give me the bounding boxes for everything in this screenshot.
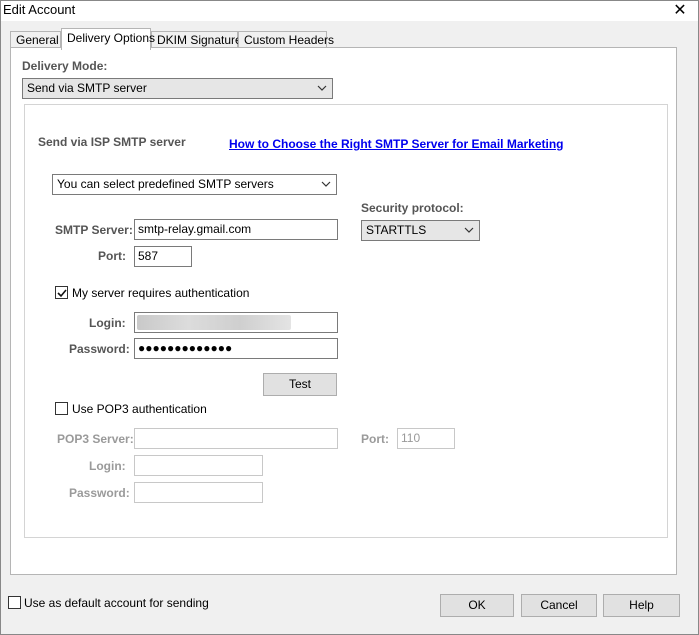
predefined-smtp-select[interactable]: You can select predefined SMTP servers (52, 174, 337, 195)
pop3-password-label: Password: (69, 486, 130, 500)
cancel-button[interactable]: Cancel (521, 594, 597, 617)
pop3-server-input[interactable] (134, 428, 338, 449)
pop3-login-label: Login: (89, 459, 126, 473)
security-protocol-label: Security protocol: (361, 201, 464, 215)
test-button[interactable]: Test (263, 373, 337, 396)
help-button[interactable]: Help (603, 594, 680, 617)
pop3-port-input[interactable]: 110 (397, 428, 455, 449)
smtp-server-label: SMTP Server: (55, 223, 133, 237)
delivery-mode-value: Send via SMTP server (27, 81, 147, 95)
login-label: Login: (89, 316, 126, 330)
auth-label: My server requires authentication (72, 286, 250, 300)
port-input[interactable]: 587 (134, 246, 192, 267)
pop3-login-input[interactable] (134, 455, 263, 476)
predefined-smtp-value: You can select predefined SMTP servers (57, 177, 274, 191)
security-protocol-select[interactable]: STARTTLS (361, 220, 480, 241)
pop3-password-input[interactable] (134, 482, 263, 503)
section-title: Send via ISP SMTP server (38, 135, 186, 149)
checkmark-icon (57, 289, 67, 298)
pop3-checkbox[interactable] (55, 402, 68, 415)
chevron-down-icon (317, 83, 327, 93)
redacted-login (137, 315, 291, 330)
default-account-label: Use as default account for sending (24, 596, 209, 610)
pop3-server-label: POP3 Server: (57, 432, 134, 446)
security-protocol-value: STARTTLS (366, 223, 427, 237)
close-icon[interactable]: ✕ (672, 0, 688, 20)
title-bar: Edit Account ✕ (1, 1, 698, 21)
default-account-checkbox[interactable] (8, 596, 21, 609)
pop3-port-label: Port: (361, 432, 389, 446)
port-label: Port: (98, 249, 126, 263)
delivery-mode-label: Delivery Mode: (22, 59, 108, 73)
password-input[interactable]: ●●●●●●●●●●●●● (134, 338, 338, 359)
pop3-label: Use POP3 authentication (72, 402, 207, 416)
tab-delivery-options[interactable]: Delivery Options (61, 28, 155, 50)
auth-checkbox[interactable] (55, 286, 68, 299)
window-title: Edit Account (3, 2, 76, 17)
ok-button[interactable]: OK (440, 594, 514, 617)
smtp-help-link[interactable]: How to Choose the Right SMTP Server for … (229, 137, 564, 151)
login-input[interactable] (134, 312, 338, 333)
smtp-server-input[interactable]: smtp-relay.gmail.com (134, 219, 338, 240)
delivery-mode-select[interactable]: Send via SMTP server (22, 78, 333, 99)
chevron-down-icon (321, 179, 331, 189)
edit-account-dialog: Edit Account ✕ General Delivery Options … (0, 0, 699, 635)
password-label: Password: (69, 342, 130, 356)
chevron-down-icon (464, 225, 474, 235)
